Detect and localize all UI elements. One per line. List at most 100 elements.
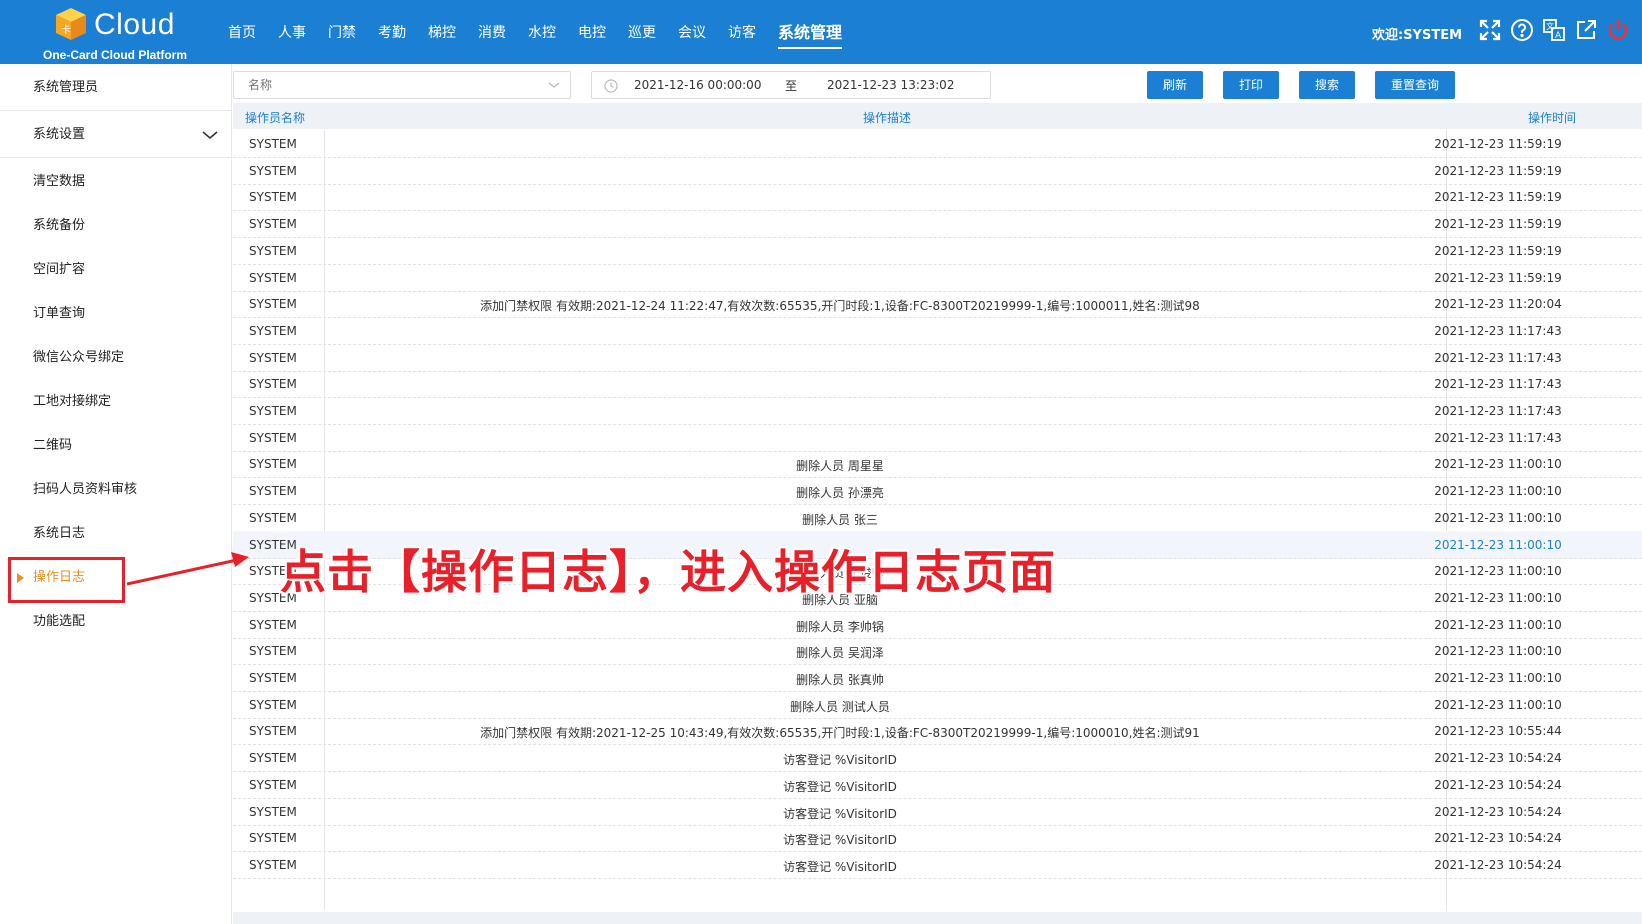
sidebar-item-backup[interactable]: 系统备份 [0, 208, 232, 244]
cell-operator: SYSTEM [249, 350, 297, 365]
table-row[interactable]: SYSTEM 2021-12-23 11:17:43 [233, 344, 1642, 372]
table-row[interactable]: SYSTEM 删除人员 张三 2021-12-23 11:00:10 [233, 504, 1642, 532]
table-row[interactable]: SYSTEM 访客登记 %VisitorID 2021-12-23 10:54:24 [233, 798, 1642, 826]
column-time: 操作时间 [1528, 111, 1577, 125]
table-row[interactable]: SYSTEM 添加门禁权限 有效期:2021-12-25 10:43:49,有效次… [233, 717, 1642, 746]
table-row[interactable]: SYSTEM 2021-12-23 11:59:19 [233, 237, 1642, 265]
cell-operator: SYSTEM [249, 831, 297, 846]
external-link-icon[interactable] [1574, 18, 1598, 42]
sidebar-item-scan-review[interactable]: 扫码人员资料审核 [0, 472, 232, 508]
table-row[interactable]: SYSTEM 访客登记 %VisitorID 2021-12-23 10:54:24 [233, 744, 1642, 773]
sidebar-item-expand-space[interactable]: 空间扩容 [0, 252, 232, 288]
table-row[interactable]: SYSTEM 2021-12-23 11:17:43 [233, 424, 1642, 452]
cell-operator: SYSTEM [249, 484, 297, 499]
date-range-picker[interactable]: 2021-12-16 00:00:00 至 2021-12-23 13:23:0… [591, 71, 991, 99]
app-logo[interactable]: 卡 Cloud One-Card Cloud Platform [40, 4, 200, 62]
nav-item-2[interactable]: 门禁 [328, 18, 356, 46]
clock-icon [604, 79, 618, 93]
cell-description: 删除人员 吴润泽 [796, 646, 884, 661]
sidebar-item-wechat-bind[interactable]: 微信公众号绑定 [0, 340, 232, 376]
table-row[interactable]: SYSTEM 删除人员 孙漂亮 2021-12-23 11:00:10 [233, 477, 1642, 506]
reset-query-button[interactable]: 重置查询 [1375, 71, 1455, 99]
header-icons: 文 A [1478, 18, 1630, 42]
table-row[interactable]: SYSTEM 2021-12-23 11:17:43 [233, 317, 1642, 345]
cell-time: 2021-12-23 11:00:10 [1434, 510, 1562, 525]
help-icon[interactable] [1510, 18, 1534, 42]
cell-operator: SYSTEM [249, 751, 297, 766]
name-select[interactable] [233, 71, 571, 99]
sidebar-item-admin[interactable]: 系统管理员 [0, 70, 232, 106]
cell-operator: SYSTEM [249, 804, 297, 819]
date-start[interactable]: 2021-12-16 00:00:00 [634, 78, 761, 92]
column-operator: 操作员名称 [245, 111, 306, 125]
cell-description: 删除人员 周星星 [796, 459, 884, 474]
table-row[interactable]: SYSTEM 2021-12-23 11:59:19 [233, 183, 1642, 212]
nav-item-11[interactable]: 系统管理 [778, 15, 843, 49]
cell-operator: SYSTEM [249, 297, 297, 312]
table-row[interactable]: SYSTEM 访客登记 %VisitorID 2021-12-23 10:54:24 [233, 824, 1642, 853]
cell-time: 2021-12-23 11:00:10 [1434, 671, 1562, 685]
sidebar-item-clear-data[interactable]: 清空数据 [0, 164, 232, 200]
top-header: 卡 Cloud One-Card Cloud Platform 首页 人事 门禁 考勤… [0, 0, 1642, 64]
cell-time: 2021-12-23 11:17:43 [1434, 350, 1562, 365]
table-row[interactable]: SYSTEM 删除人员 张真帅 2021-12-23 11:00:10 [233, 664, 1642, 692]
nav-item-10[interactable]: 访客 [728, 18, 756, 46]
sidebar-item-system-log[interactable]: 系统日志 [0, 516, 232, 552]
table-row[interactable]: SYSTEM 2021-12-23 11:59:19 [233, 264, 1642, 292]
cell-time: 2021-12-23 11:20:04 [1434, 297, 1562, 312]
table-row[interactable]: SYSTEM 删除人员 吴润泽 2021-12-23 11:00:10 [233, 637, 1642, 666]
power-icon[interactable] [1606, 18, 1630, 42]
cell-time: 2021-12-23 11:17:43 [1434, 404, 1562, 418]
table-row[interactable]: SYSTEM 添加门禁权限 有效期:2021-12-24 11:22:47,有效次… [233, 290, 1642, 319]
annotation-arrow-icon [126, 552, 249, 586]
table-row[interactable]: SYSTEM 2021-12-23 11:59:19 [233, 130, 1642, 158]
name-input[interactable] [234, 72, 534, 98]
chevron-down-icon [548, 82, 560, 88]
cell-time: 2021-12-23 10:54:24 [1434, 777, 1562, 792]
table-row[interactable]: SYSTEM 2021-12-23 11:17:43 [233, 370, 1642, 399]
column-description: 操作描述 [863, 111, 912, 125]
nav-item-7[interactable]: 电控 [578, 18, 606, 46]
table-row[interactable]: SYSTEM 2021-12-23 11:59:19 [233, 157, 1642, 185]
sidebar-item-feature-config[interactable]: 功能选配 [0, 604, 232, 640]
table-row[interactable]: SYSTEM 2021-12-23 11:59:19 [233, 210, 1642, 239]
cell-time: 2021-12-23 11:00:10 [1434, 484, 1562, 499]
sidebar: 系统管理员 系统设置 清空数据 系统备份 空间扩容 订单查询 微信公众号绑定 工… [0, 64, 232, 924]
nav-item-8[interactable]: 巡更 [628, 18, 656, 46]
cell-description: 访客登记 %VisitorID [783, 779, 897, 794]
nav-item-0[interactable]: 首页 [228, 18, 256, 46]
table-row[interactable]: SYSTEM 访客登记 %VisitorID 2021-12-23 10:54:24 [233, 851, 1642, 879]
cell-time: 2021-12-23 11:59:19 [1434, 243, 1562, 258]
nav-item-1[interactable]: 人事 [278, 18, 306, 46]
fullscreen-icon[interactable] [1478, 18, 1502, 42]
cell-time: 2021-12-23 10:54:24 [1434, 857, 1562, 872]
table-row[interactable]: SYSTEM 删除人员 周星星 2021-12-23 11:00:10 [233, 450, 1642, 479]
sidebar-group-settings[interactable]: 系统设置 [0, 110, 232, 158]
nav-item-6[interactable]: 水控 [528, 18, 556, 46]
table-row[interactable]: SYSTEM 删除人员 测试人员 2021-12-23 11:00:10 [233, 691, 1642, 719]
table-row[interactable]: SYSTEM 访客登记 %VisitorID 2021-12-23 10:54:24 [233, 771, 1642, 799]
nav-item-9[interactable]: 会议 [678, 18, 706, 46]
cell-time: 2021-12-23 11:17:43 [1434, 430, 1562, 445]
chevron-down-icon [202, 131, 218, 140]
cell-time: 2021-12-23 10:54:24 [1434, 804, 1562, 819]
table-row[interactable]: SYSTEM 删除人员 李帅锅 2021-12-23 11:00:10 [233, 611, 1642, 639]
table-row[interactable]: SYSTEM 2021-12-23 11:17:43 [233, 397, 1642, 425]
refresh-button[interactable]: 刷新 [1147, 71, 1203, 99]
nav-item-5[interactable]: 消费 [478, 18, 506, 46]
cell-operator: SYSTEM [249, 323, 297, 338]
cell-description: 访客登记 %VisitorID [783, 833, 897, 848]
print-button[interactable]: 打印 [1223, 71, 1279, 99]
nav-item-3[interactable]: 考勤 [378, 18, 406, 46]
table-header: 操作员名称 操作描述 操作时间 [233, 103, 1642, 129]
date-end[interactable]: 2021-12-23 13:23:02 [827, 78, 954, 92]
sidebar-item-qrcode[interactable]: 二维码 [0, 428, 232, 464]
sidebar-item-site-bind[interactable]: 工地对接绑定 [0, 384, 232, 420]
language-icon[interactable]: 文 A [1542, 18, 1566, 42]
cell-operator: SYSTEM [249, 430, 297, 445]
cell-operator: SYSTEM [249, 190, 297, 205]
search-button[interactable]: 搜索 [1299, 71, 1355, 99]
nav-item-4[interactable]: 梯控 [428, 18, 456, 46]
sidebar-item-orders[interactable]: 订单查询 [0, 296, 232, 332]
cell-operator: SYSTEM [249, 724, 297, 739]
